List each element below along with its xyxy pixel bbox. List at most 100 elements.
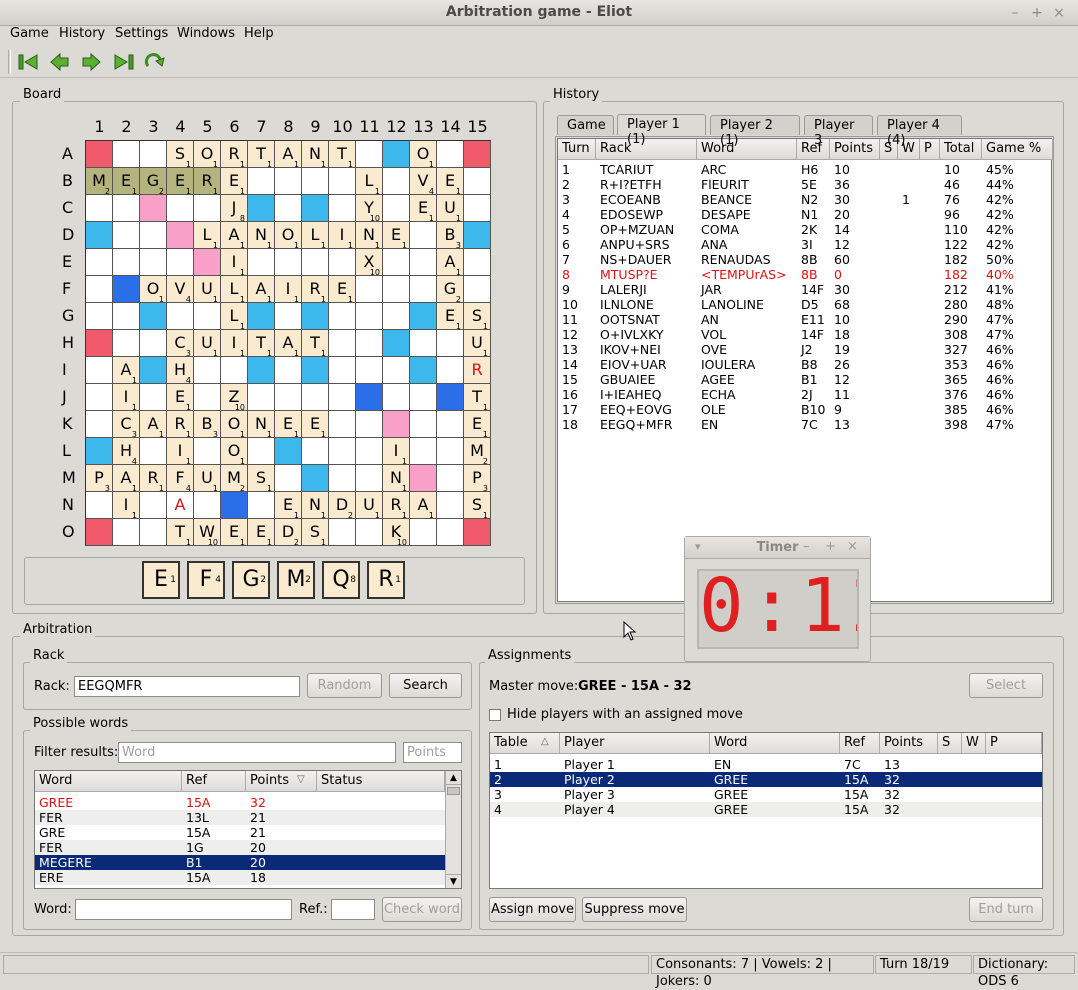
history-row[interactable]: 14 EIOV+UAR IOULERA B8 26 353 46% xyxy=(558,357,1051,372)
rack-tile[interactable]: Q8 xyxy=(322,561,360,599)
board-square[interactable] xyxy=(329,357,356,384)
board-square[interactable] xyxy=(275,384,302,411)
premium-square[interactable] xyxy=(302,357,329,384)
first-turn-icon[interactable] xyxy=(17,52,41,72)
board-square[interactable] xyxy=(437,411,464,438)
board-square[interactable] xyxy=(383,357,410,384)
board-square[interactable] xyxy=(113,141,140,168)
history-row[interactable]: 8 MTUSP?E <TEMPUrAS> 8B 0 182 40% xyxy=(558,267,1051,282)
word-row[interactable]: FER 13L 21 xyxy=(35,810,445,825)
assignments-column-header[interactable]: Player xyxy=(560,733,710,754)
premium-square[interactable] xyxy=(302,303,329,330)
menu-game[interactable]: Game xyxy=(10,26,49,41)
rack-input[interactable]: EEGQMFR xyxy=(74,676,300,697)
timer-minimize-icon[interactable]: – xyxy=(803,539,810,554)
words-column-header[interactable]: Ref xyxy=(182,771,246,792)
board-square[interactable] xyxy=(329,519,356,546)
history-row[interactable]: 6 ANPU+SRS ANA 3I 12 122 42% xyxy=(558,237,1051,252)
premium-square[interactable] xyxy=(248,357,275,384)
board-square[interactable] xyxy=(86,384,113,411)
rack-tile[interactable]: F4 xyxy=(187,561,225,599)
board-square[interactable] xyxy=(464,168,491,195)
premium-square[interactable] xyxy=(140,195,167,222)
timer-window[interactable]: ▾ Timer – + × 0:12 xyxy=(684,536,871,662)
assignments-column-header[interactable]: Points xyxy=(880,733,938,754)
board-square[interactable] xyxy=(464,276,491,303)
history-row[interactable]: 17 EEQ+EOVG OLE B10 9 385 46% xyxy=(558,402,1051,417)
history-column-header[interactable]: Turn xyxy=(558,139,596,160)
board-square[interactable] xyxy=(437,141,464,168)
words-column-header[interactable]: Status xyxy=(317,771,445,792)
board-square[interactable] xyxy=(356,438,383,465)
tab-player-2-1[interactable]: Player 2 (1) xyxy=(710,115,800,148)
board-square[interactable] xyxy=(194,195,221,222)
board-square[interactable] xyxy=(356,357,383,384)
premium-square[interactable] xyxy=(248,195,275,222)
board-square[interactable] xyxy=(410,384,437,411)
board-square[interactable] xyxy=(194,303,221,330)
board-square[interactable] xyxy=(275,168,302,195)
board-square[interactable] xyxy=(221,357,248,384)
replay-icon[interactable] xyxy=(142,52,166,72)
board-square[interactable] xyxy=(248,384,275,411)
premium-square[interactable] xyxy=(383,330,410,357)
board-square[interactable] xyxy=(302,384,329,411)
board-square[interactable] xyxy=(356,276,383,303)
history-table[interactable]: Turn Rack Word Ref Points S W P Total Game % 1 TCAR… xyxy=(557,138,1053,602)
premium-square[interactable] xyxy=(86,330,113,357)
premium-square[interactable] xyxy=(275,438,302,465)
possible-words-table[interactable]: Word Ref Points Status ▽ GREE 15A 32 FER 13L 21 GRE… xyxy=(34,770,462,889)
history-row[interactable]: 1 TCARIUT ARC H6 10 10 45% xyxy=(558,162,1051,177)
filter-word-input[interactable]: Word xyxy=(118,742,396,763)
word-input[interactable] xyxy=(75,899,292,920)
menu-history[interactable]: History xyxy=(59,26,105,41)
board-square[interactable] xyxy=(86,357,113,384)
board-square[interactable] xyxy=(356,141,383,168)
premium-square[interactable] xyxy=(383,411,410,438)
word-row[interactable]: ERE 15A 18 xyxy=(35,870,445,885)
board-square[interactable] xyxy=(86,276,113,303)
word-row[interactable]: FER 1G 20 xyxy=(35,840,445,855)
board-square[interactable] xyxy=(140,519,167,546)
filter-points-input[interactable]: Points xyxy=(403,742,462,763)
history-row[interactable]: 7 NS+DAUER RENAUDAS 8B 60 182 50% xyxy=(558,252,1051,267)
assignment-row[interactable]: 1 Player 1 EN 7C 13 xyxy=(490,757,1042,772)
history-row[interactable]: 4 EDOSEWP DESAPE N1 20 96 42% xyxy=(558,207,1051,222)
premium-square[interactable] xyxy=(248,303,275,330)
premium-square[interactable] xyxy=(383,141,410,168)
history-row[interactable]: 5 OP+MZUAN COMA 2K 14 110 42% xyxy=(558,222,1051,237)
history-column-header[interactable]: Points xyxy=(830,139,880,160)
board-square[interactable] xyxy=(437,357,464,384)
premium-square[interactable] xyxy=(221,492,248,519)
board-square[interactable] xyxy=(275,249,302,276)
board-square[interactable] xyxy=(410,276,437,303)
board-square[interactable] xyxy=(329,384,356,411)
board-square[interactable] xyxy=(86,249,113,276)
tab-player-4-4[interactable]: Player 4 (4) xyxy=(877,115,962,148)
board-square[interactable] xyxy=(167,249,194,276)
next-turn-icon[interactable] xyxy=(79,52,103,72)
tab-game[interactable]: Game xyxy=(557,115,614,135)
game-board[interactable]: S 1 O 1 R 1 T 1 A 1 N 1 T 1 O 1 M 2 E 1 G 2 E 1 R 1 E 1 L 1 V 4 E 1 J 8 Y 10 E… xyxy=(85,140,491,547)
premium-square[interactable] xyxy=(356,384,383,411)
assignments-column-header[interactable]: P xyxy=(986,733,1042,754)
premium-square[interactable] xyxy=(167,222,194,249)
premium-square[interactable] xyxy=(140,303,167,330)
premium-square[interactable] xyxy=(302,195,329,222)
board-square[interactable] xyxy=(194,384,221,411)
assignment-row[interactable]: 4 Player 4 GREE 15A 32 xyxy=(490,802,1042,817)
board-square[interactable] xyxy=(356,465,383,492)
minimize-icon[interactable]: – xyxy=(1007,5,1023,21)
board-square[interactable] xyxy=(248,438,275,465)
board-square[interactable] xyxy=(113,303,140,330)
board-square[interactable] xyxy=(194,492,221,519)
board-square[interactable] xyxy=(329,438,356,465)
board-square[interactable] xyxy=(464,249,491,276)
premium-square[interactable] xyxy=(410,465,437,492)
board-square[interactable] xyxy=(356,303,383,330)
board-square[interactable] xyxy=(86,195,113,222)
board-square[interactable] xyxy=(275,465,302,492)
menu-windows[interactable]: Windows xyxy=(177,26,235,41)
history-row[interactable]: 12 O+IVLXKY VOL 14F 18 308 47% xyxy=(558,327,1051,342)
rack-tile[interactable]: G2 xyxy=(232,561,270,599)
